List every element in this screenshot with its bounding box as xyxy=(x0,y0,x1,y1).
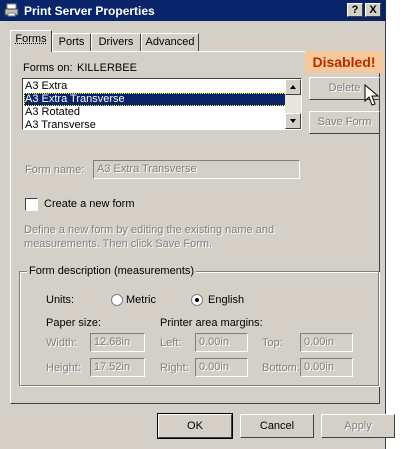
window-title: Print Server Properties xyxy=(24,4,155,18)
right-margin-field[interactable]: 0.00in xyxy=(195,358,248,377)
left-margin-field[interactable]: 0.00in xyxy=(195,333,248,352)
help-text-line1: Define a new form by editing the existin… xyxy=(24,224,275,236)
width-field[interactable]: 12.68in xyxy=(90,333,145,352)
cancel-button[interactable]: Cancel xyxy=(240,414,314,438)
help-button[interactable]: ? xyxy=(347,3,363,17)
radio-selected-dot xyxy=(195,298,199,302)
height-field[interactable]: 17.52in xyxy=(90,358,145,377)
top-margin-field[interactable]: 0.00in xyxy=(300,333,353,352)
height-label: Height: xyxy=(46,362,81,374)
groupbox-title: Form description (measurements) xyxy=(27,265,197,277)
apply-button[interactable]: Apply xyxy=(321,414,395,438)
bottom-margin-field[interactable]: 0.00in xyxy=(300,358,353,377)
english-label[interactable]: English xyxy=(208,294,244,306)
left-label: Left: xyxy=(160,337,182,349)
form-name-field[interactable]: A3 Extra Transverse xyxy=(93,160,300,179)
top-label: Top: xyxy=(262,337,283,349)
width-label: Width: xyxy=(46,337,78,349)
list-item[interactable]: A3 Transverse xyxy=(24,119,287,129)
printer-icon xyxy=(4,3,19,17)
list-item[interactable]: A3 Extra xyxy=(24,80,287,93)
arrow-up-icon xyxy=(290,85,296,89)
scroll-down-button[interactable] xyxy=(285,113,301,129)
listbox-scrollbar[interactable] xyxy=(285,79,301,129)
right-label: Right: xyxy=(160,362,189,374)
english-radio[interactable] xyxy=(191,294,203,306)
save-form-button[interactable]: Save Form xyxy=(309,111,380,134)
server-name: KILLERBEE xyxy=(77,62,137,74)
disabled-annotation: Disabled! xyxy=(305,51,383,73)
tab-drivers[interactable]: Drivers xyxy=(91,33,141,52)
close-button[interactable]: X xyxy=(365,3,381,17)
units-label: Units: xyxy=(46,294,75,306)
help-text-line2: measurements. Then click Save Form. xyxy=(24,238,213,250)
create-new-form-checkbox[interactable] xyxy=(25,198,38,211)
tab-forms[interactable]: Forms xyxy=(10,30,52,52)
metric-radio[interactable] xyxy=(111,294,123,306)
forms-on-label: Forms on: xyxy=(23,62,73,74)
form-name-label: Form name: xyxy=(25,164,85,176)
printer-margins-label: Printer area margins: xyxy=(160,317,263,329)
tab-ports[interactable]: Ports xyxy=(52,33,91,52)
title-bar[interactable]: Print Server Properties ? X xyxy=(0,0,386,21)
ok-button[interactable]: OK xyxy=(157,413,233,439)
print-server-properties-dialog: Print Server Properties ? X Forms Ports … xyxy=(0,0,395,449)
scroll-up-button[interactable] xyxy=(285,79,301,95)
paper-size-label: Paper size: xyxy=(46,317,102,329)
arrow-down-icon xyxy=(290,119,296,123)
list-item[interactable]: A3 Extra Transverse xyxy=(24,93,287,106)
bottom-label: Bottom: xyxy=(262,362,300,374)
tab-advanced[interactable]: Advanced xyxy=(141,33,199,52)
list-item[interactable]: A3 Rotated xyxy=(24,106,287,119)
metric-label[interactable]: Metric xyxy=(126,294,156,306)
forms-listbox[interactable]: A3 Extra A3 Extra Transverse A3 Rotated … xyxy=(22,78,302,130)
mouse-cursor-icon xyxy=(364,84,380,106)
create-new-form-label[interactable]: Create a new form xyxy=(44,198,134,210)
